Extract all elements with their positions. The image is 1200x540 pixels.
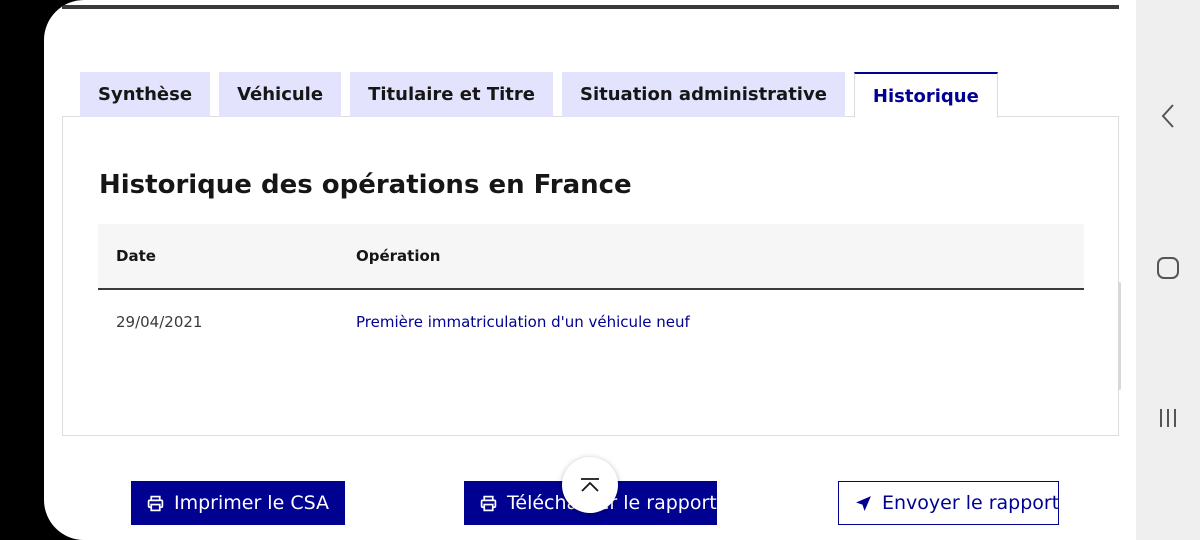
column-header-operation: Opération (356, 247, 441, 265)
cell-operation: Première immatriculation d'un véhicule n… (356, 313, 690, 331)
column-header-date: Date (116, 247, 156, 265)
recent-apps-icon (1160, 409, 1176, 427)
send-report-button[interactable]: Envoyer le rapport (838, 481, 1059, 525)
printer-icon (147, 495, 164, 511)
tab-situation-administrative[interactable]: Situation administrative (562, 72, 845, 117)
tab-list: Synthèse Véhicule Titulaire et Titre Sit… (80, 72, 998, 118)
panel-title: Historique des opérations en France (99, 170, 632, 200)
cell-date: 29/04/2021 (116, 313, 203, 331)
browser-viewport: Synthèse Véhicule Titulaire et Titre Sit… (44, 0, 1136, 540)
back-to-top-button[interactable] (562, 457, 618, 513)
table-header: Date Opération (98, 224, 1084, 290)
chevron-up-icon (581, 478, 599, 492)
tab-vehicule[interactable]: Véhicule (219, 72, 342, 117)
nav-recent-apps-button[interactable] (1150, 400, 1186, 436)
square-home-icon (1157, 257, 1179, 279)
print-csa-label: Imprimer le CSA (174, 492, 329, 514)
tab-titulaire-et-titre[interactable]: Titulaire et Titre (350, 72, 553, 117)
print-csa-button[interactable]: Imprimer le CSA (131, 481, 345, 525)
scrollbar-thumb[interactable] (1118, 282, 1121, 390)
nav-back-button[interactable] (1150, 98, 1186, 134)
top-divider (62, 5, 1119, 9)
table-row: 29/04/2021 Première immatriculation d'un… (98, 290, 1084, 354)
tab-panel-historique: Historique des opérations en France Date… (62, 116, 1119, 436)
send-report-label: Envoyer le rapport (882, 492, 1060, 514)
chevron-left-icon (1161, 104, 1174, 128)
nav-home-button[interactable] (1150, 250, 1186, 286)
history-table: Date Opération 29/04/2021 Première immat… (98, 224, 1084, 354)
tab-historique[interactable]: Historique (853, 72, 998, 118)
printer-icon (480, 495, 497, 511)
system-navigation-bar (1136, 0, 1200, 540)
tab-synthese[interactable]: Synthèse (80, 72, 211, 117)
paper-plane-icon (856, 495, 871, 511)
